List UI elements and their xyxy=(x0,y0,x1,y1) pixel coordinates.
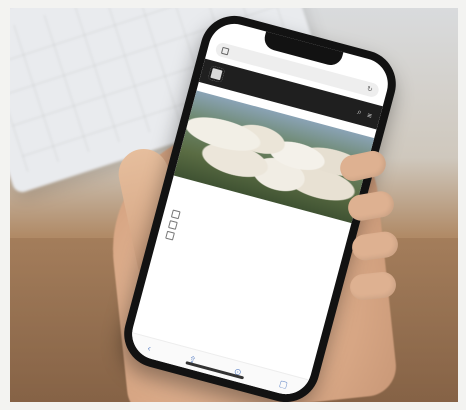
link-icon xyxy=(165,230,175,241)
menu-icon[interactable]: ≡ xyxy=(366,110,373,120)
search-icon[interactable]: ⌕ xyxy=(356,107,363,118)
link-icon xyxy=(170,209,181,220)
lock-icon xyxy=(221,46,230,55)
link-icon xyxy=(167,220,178,230)
tabs-icon[interactable]: ▢ xyxy=(278,378,289,391)
site-logo-icon[interactable] xyxy=(207,65,225,83)
back-icon[interactable]: ‹ xyxy=(147,343,152,353)
photo: ↻ ⌕ ≡ ‹ ⇪ ⊙ ▢ xyxy=(10,8,458,402)
reload-icon[interactable]: ↻ xyxy=(366,85,374,94)
